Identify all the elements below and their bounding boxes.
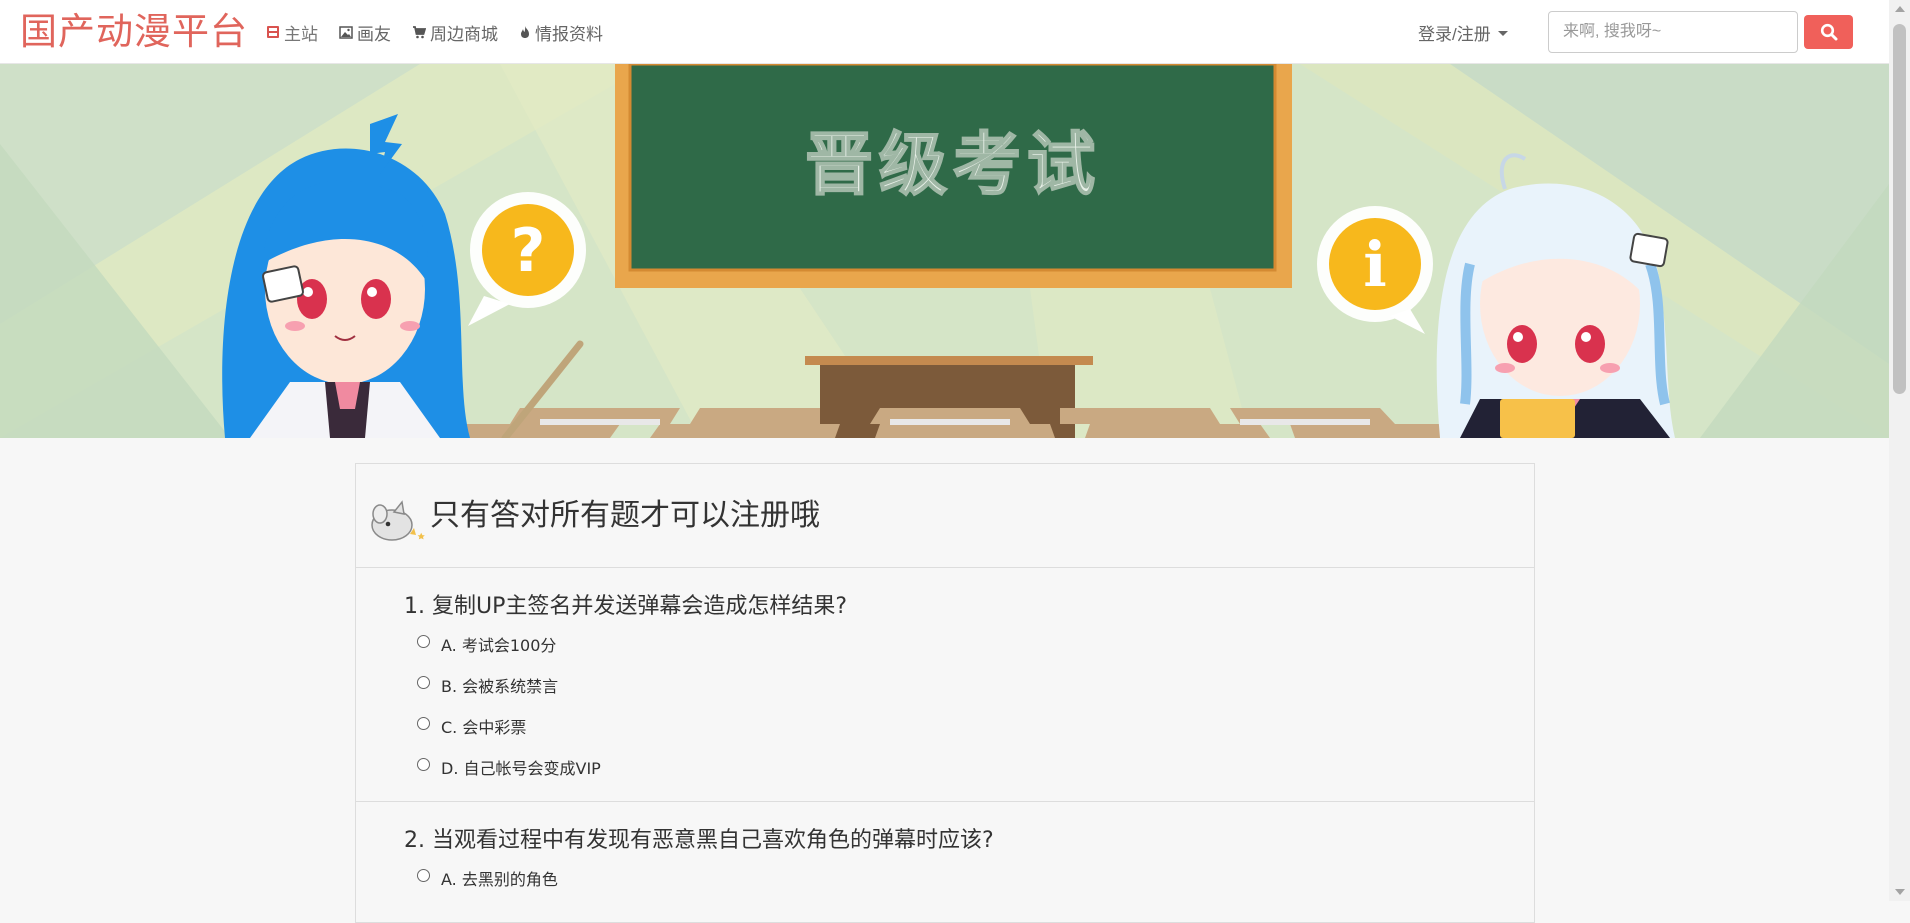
fire-icon — [521, 26, 529, 38]
nav-item-shop[interactable]: 周边商城 — [408, 0, 515, 64]
scroll-down-arrow-icon[interactable] — [1895, 889, 1905, 895]
radio-button[interactable] — [417, 757, 430, 771]
picture-icon — [339, 25, 353, 39]
page-scrollbar[interactable] — [1889, 0, 1910, 901]
option-d[interactable]: D. 自己帐号会变成VIP — [417, 755, 601, 779]
login-register-label: 登录/注册 — [1418, 24, 1491, 44]
exam-panel-header: 只有答对所有题才可以注册哦 — [356, 464, 1534, 568]
search-icon — [1820, 23, 1837, 41]
scrollbar-thumb[interactable] — [1893, 24, 1906, 394]
banner-illustration: 晋级考试 ? i — [0, 64, 1889, 438]
option-label: A. 去黑别的角色 — [441, 870, 558, 889]
option-a[interactable]: A. 去黑别的角色 — [417, 866, 558, 890]
option-label: C. 会中彩票 — [441, 718, 527, 737]
question-title: 1. 复制UP主签名并发送弹幕会造成怎样结果? — [404, 594, 848, 619]
nav-item-main-site[interactable]: 主站 — [262, 0, 335, 64]
option-label: B. 会被系统禁言 — [441, 677, 559, 696]
film-icon — [267, 26, 279, 38]
radio-button[interactable] — [417, 716, 430, 730]
option-c[interactable]: C. 会中彩票 — [417, 714, 526, 738]
nav-label: 画友 — [357, 24, 391, 44]
board-text: 晋级考试 — [805, 126, 1101, 205]
mascot-icon — [371, 500, 425, 541]
nav-label: 周边商城 — [430, 24, 498, 44]
top-navbar: 国产动漫平台 主站 画友 周边商城 情报资料 登录/注册 来啊, 搜我呀~ — [0, 0, 1889, 64]
search-input[interactable] — [1548, 11, 1798, 53]
cart-icon — [413, 26, 426, 39]
radio-button[interactable] — [417, 868, 430, 882]
nav-label: 主站 — [284, 24, 318, 44]
nav-item-info[interactable]: 情报资料 — [515, 0, 620, 64]
scroll-up-arrow-icon[interactable] — [1895, 6, 1905, 12]
exam-title: 只有答对所有题才可以注册哦 — [430, 498, 820, 533]
nav-item-artists[interactable]: 画友 — [335, 0, 408, 64]
main-nav: 主站 画友 周边商城 情报资料 — [262, 0, 620, 64]
exam-panel: 只有答对所有题才可以注册哦 1. 复制UP主签名并发送弹幕会造成怎样结果? A.… — [355, 463, 1535, 923]
question-2: 2. 当观看过程中有发现有恶意黑自己喜欢角色的弹幕时应该? A. 去黑别的角色 — [356, 802, 1534, 922]
login-register-dropdown[interactable]: 登录/注册 — [1418, 0, 1508, 64]
option-a[interactable]: A. 考试会100分 — [417, 632, 556, 656]
option-b[interactable]: B. 会被系统禁言 — [417, 673, 558, 697]
caret-down-icon — [1497, 30, 1508, 36]
search-button[interactable] — [1804, 15, 1853, 49]
radio-button[interactable] — [417, 675, 430, 689]
nav-label: 情报资料 — [535, 24, 603, 44]
option-label: A. 考试会100分 — [441, 636, 557, 655]
question-1: 1. 复制UP主签名并发送弹幕会造成怎样结果? A. 考试会100分 B. 会被… — [356, 568, 1534, 802]
question-title: 2. 当观看过程中有发现有恶意黑自己喜欢角色的弹幕时应该? — [404, 828, 994, 853]
svg-text:?: ? — [511, 216, 546, 286]
option-label: D. 自己帐号会变成VIP — [441, 759, 601, 778]
svg-text:i: i — [1363, 228, 1387, 301]
radio-button[interactable] — [417, 634, 430, 648]
exam-banner: 晋级考试 ? i — [0, 64, 1889, 438]
brand-logo[interactable]: 国产动漫平台 — [20, 9, 248, 55]
